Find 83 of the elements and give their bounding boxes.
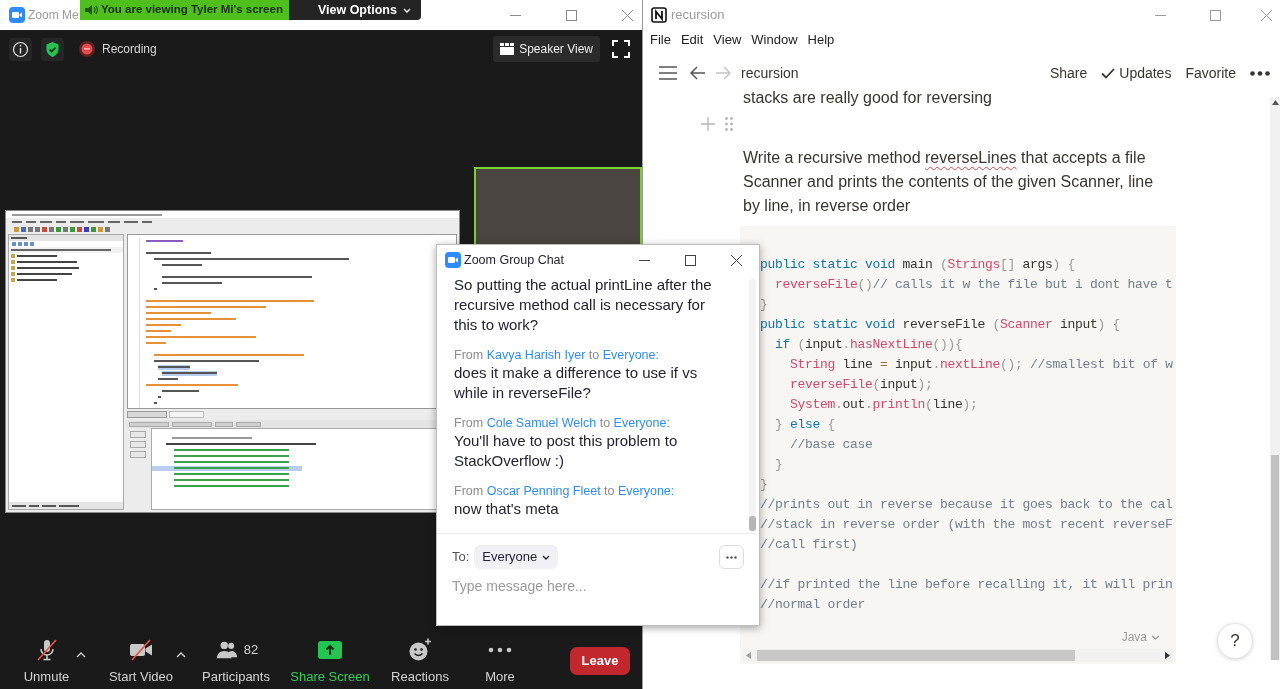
- recording-label: Recording: [102, 41, 157, 58]
- task-paragraph: Write a recursive method reverseLines that accepts a file Scanner and prints the contents of the given Scanner, line by line, in reverse order: [742, 148, 1155, 216]
- app-logo-icon: [9, 7, 25, 23]
- code-line: System.out.println(line);: [789, 396, 978, 414]
- message-input[interactable]: Type message here...: [452, 574, 744, 598]
- reactions-button[interactable]: Reactions: [385, 636, 455, 685]
- banner-message: You are viewing Tyler Mi's screen: [101, 2, 283, 18]
- code-line: }: [760, 476, 768, 494]
- message-sender-line: From Oscar Penning Fleet to Everyone:: [454, 483, 675, 499]
- window-title: Zoom Me: [28, 7, 79, 24]
- code-line: //prints out in reverse because it goes back to the cal: [760, 496, 1173, 514]
- drag-handle-icon[interactable]: [725, 117, 733, 131]
- code-line: if (input.hasNextLine()){: [774, 336, 963, 354]
- info-icon[interactable]: [9, 37, 32, 61]
- chevron-down-icon: [542, 554, 551, 560]
- menu-item[interactable]: Window: [751, 30, 798, 50]
- chat-message: now that's meta: [454, 499, 559, 519]
- window-title: recursion: [671, 6, 725, 25]
- chat-message: So putting the actual printLine after the recursive method call is necessary for this to work?: [454, 275, 713, 335]
- mute-toggle-button[interactable]: Unmute: [17, 636, 76, 685]
- scrollbar-thumb[interactable]: [757, 650, 1075, 661]
- code-line: reverseFile()// calls it w the file but i dont have t: [774, 276, 1173, 294]
- security-shield-icon[interactable]: [41, 37, 64, 61]
- topbar-button[interactable]: Favorite: [1185, 62, 1236, 84]
- arrow-left-icon[interactable]: [690, 66, 706, 80]
- message-sender-line: From Kavya Harish Iyer to Everyone:: [454, 347, 659, 363]
- message-sender-line: From Cole Samuel Welch to Everyone:: [454, 415, 670, 431]
- recording-icon: [79, 41, 95, 57]
- chat-message: You'll have to post this problem to StackOverflow :): [454, 431, 679, 471]
- code-line: public static void reverseFile (Scanner input) {: [760, 316, 1121, 334]
- code-line: reverseFile(input);: [789, 376, 933, 394]
- menu-item[interactable]: View: [713, 30, 742, 50]
- speaker-view-button[interactable]: Speaker View: [493, 36, 600, 62]
- share-screen-button[interactable]: Share Screen: [287, 636, 373, 685]
- more-icon[interactable]: [1250, 70, 1270, 76]
- more-options-button[interactable]: [719, 545, 744, 569]
- chevron-down-icon: [402, 7, 411, 13]
- speaker-icon: [84, 4, 98, 16]
- menu-icon[interactable]: [659, 66, 677, 80]
- to-label: To:: [452, 548, 470, 567]
- participants-button[interactable]: 82 Participants: [194, 636, 278, 685]
- menu-item[interactable]: File: [650, 30, 671, 50]
- scroll-right-arrow-icon[interactable]: [1165, 652, 1170, 659]
- help-button[interactable]: ?: [1217, 623, 1253, 659]
- code-line: //if printed the line before recalling it, it will prin: [760, 576, 1173, 594]
- code-line: public static void main (Strings[] args) {: [760, 256, 1076, 274]
- code-line: String line = input.nextLine(); //smallest bit of w: [789, 356, 1173, 374]
- code-line: }: [760, 296, 768, 314]
- scrollbar-thumb[interactable]: [749, 516, 756, 531]
- chat-message: does it make a difference to use if vs while in reverseFile?: [454, 363, 699, 403]
- app-logo-icon: [651, 7, 667, 23]
- fullscreen-icon[interactable]: [612, 40, 630, 58]
- scroll-left-arrow-icon[interactable]: [746, 652, 751, 659]
- menu-item[interactable]: Help: [807, 30, 835, 50]
- leave-button[interactable]: Leave: [570, 646, 630, 675]
- checkmark-icon: [1101, 67, 1116, 79]
- code-line: //normal order: [760, 596, 866, 614]
- recipient-dropdown[interactable]: Everyone: [474, 545, 559, 569]
- code-line: //base case: [789, 436, 873, 454]
- scrollbar-thumb[interactable]: [1271, 455, 1279, 660]
- page-breadcrumb[interactable]: recursion: [741, 62, 799, 84]
- maximize-icon[interactable]: [684, 254, 696, 266]
- speaker-view-icon: [500, 43, 515, 55]
- view-options-button[interactable]: View Options: [288, 0, 421, 20]
- close-icon[interactable]: [730, 254, 742, 266]
- chat-title: Zoom Group Chat: [464, 251, 565, 269]
- caret-up-icon[interactable]: [176, 652, 186, 658]
- code-line: }: [774, 456, 783, 474]
- code-line: } else {: [774, 416, 836, 434]
- video-toggle-button[interactable]: Start Video: [106, 636, 176, 685]
- scroll-up-arrow-icon[interactable]: [1271, 100, 1279, 105]
- caret-up-icon[interactable]: [76, 652, 86, 658]
- more-icon: [726, 555, 737, 559]
- code-line: //call first): [760, 536, 858, 554]
- app-logo-icon: [445, 252, 461, 268]
- more-button[interactable]: More: [470, 636, 530, 685]
- paragraph-text: stacks are really good for reversing: [743, 88, 992, 108]
- topbar-button[interactable]: Share: [1049, 62, 1088, 84]
- updates-button[interactable]: Updates: [1101, 62, 1172, 84]
- menu-item[interactable]: Edit: [680, 30, 704, 50]
- code-line: //stack in reverse order (with the most recent reverseF: [760, 516, 1173, 534]
- chevron-down-icon: [1151, 634, 1160, 640]
- participant-count: 82: [243, 640, 259, 659]
